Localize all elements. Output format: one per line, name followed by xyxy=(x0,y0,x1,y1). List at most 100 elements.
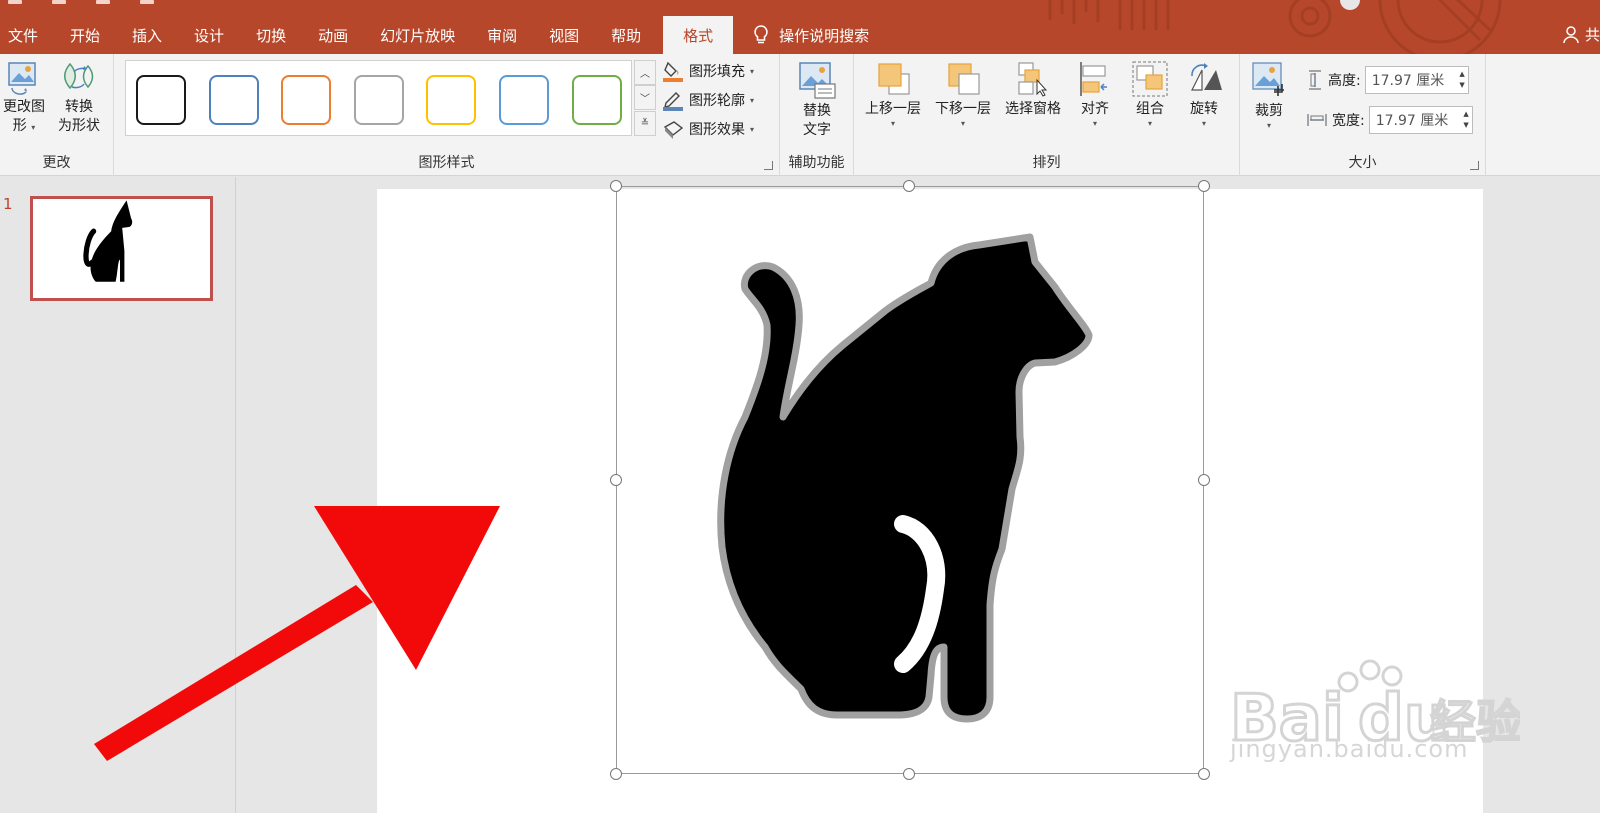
tab-home[interactable]: 开始 xyxy=(54,16,116,54)
gallery-expand[interactable]: ≚ xyxy=(634,111,656,136)
red-arrow-shape[interactable] xyxy=(88,500,508,770)
slide-thumbnail[interactable] xyxy=(30,196,213,301)
tell-me-search[interactable]: 操作说明搜索 xyxy=(739,16,869,54)
cat-thumbnail-icon xyxy=(83,200,133,282)
group-label: 组合 xyxy=(1136,101,1164,117)
group-label-accessibility: 辅助功能 xyxy=(788,155,845,171)
resize-handle-top-left[interactable] xyxy=(610,180,622,192)
shape-styles-launcher[interactable] xyxy=(764,161,773,170)
tab-insert[interactable]: 插入 xyxy=(116,16,178,54)
lightbulb-icon xyxy=(754,25,768,44)
person-icon xyxy=(1563,25,1579,43)
rotate-button[interactable]: 旋转 ▾ xyxy=(1176,60,1232,129)
undo-icon[interactable] xyxy=(52,0,66,4)
width-value: 17.97 厘米 xyxy=(1375,113,1449,129)
group-button[interactable]: 组合 ▾ xyxy=(1122,60,1178,129)
redo-icon[interactable] xyxy=(96,0,110,4)
group-label-arrange: 排列 xyxy=(1032,155,1061,171)
alt-text-label-1: 替换 xyxy=(803,103,831,119)
tab-slideshow[interactable]: 幻灯片放映 xyxy=(364,16,471,54)
tab-bar: 文件 开始 插入 设计 切换 动画 幻灯片放映 审阅 视图 帮助 格式 操作说明… xyxy=(0,0,1600,54)
shape-fill-button[interactable]: 图形填充 ▾ xyxy=(662,58,754,84)
send-backward-icon xyxy=(948,63,980,95)
convert-to-shape-button[interactable]: 转换 为形状 xyxy=(50,60,108,136)
resize-handle-top-center[interactable] xyxy=(903,180,915,192)
style-swatch-orange[interactable] xyxy=(281,75,331,125)
paint-bucket-icon xyxy=(663,61,683,82)
tab-transitions[interactable]: 切换 xyxy=(240,16,302,54)
resize-handle-bottom-center[interactable] xyxy=(903,768,915,780)
share-button[interactable]: 共 xyxy=(1563,24,1600,45)
group-change: 更改图 形 ▾ 转换 为形状 更改 xyxy=(0,54,114,176)
send-backward-button[interactable]: 下移一层 ▾ xyxy=(930,60,996,129)
size-launcher[interactable] xyxy=(1470,161,1479,170)
gallery-scroll-down[interactable]: ﹀ xyxy=(634,85,656,110)
change-shape-icon xyxy=(8,62,36,95)
alt-text-icon xyxy=(799,62,836,99)
group-label-change: 更改 xyxy=(42,155,71,171)
selected-graphic-frame[interactable] xyxy=(616,186,1204,774)
align-label: 对齐 xyxy=(1081,101,1109,117)
change-shape-label-2: 形 ▾ xyxy=(12,118,36,134)
crop-label: 裁剪 xyxy=(1255,103,1283,119)
convert-shape-icon xyxy=(64,62,94,90)
convert-label-2: 为形状 xyxy=(58,118,100,134)
group-icon xyxy=(1132,61,1168,97)
group-size: 裁剪 ▾ 高度: 17.97 厘米 ▲ ▼ 宽度: 17.97 厘米 ▲ ▼ 大… xyxy=(1240,54,1486,176)
style-swatch-black[interactable] xyxy=(136,75,186,125)
height-input[interactable]: 17.97 厘米 ▲ ▼ xyxy=(1364,66,1469,94)
tab-review[interactable]: 审阅 xyxy=(471,16,533,54)
resize-handle-bottom-left[interactable] xyxy=(610,768,622,780)
tab-file[interactable]: 文件 xyxy=(0,16,54,54)
tell-me-label: 操作说明搜索 xyxy=(779,26,870,45)
crop-icon xyxy=(1252,62,1284,96)
height-label: 高度: xyxy=(1328,73,1361,89)
style-swatch-green[interactable] xyxy=(572,75,622,125)
shape-effects-button[interactable]: 图形效果 ▾ xyxy=(662,116,754,142)
change-shape-button[interactable]: 更改图 形 ▾ xyxy=(0,60,48,136)
tab-design[interactable]: 设计 xyxy=(178,16,240,54)
group-arrange: 上移一层 ▾ 下移一层 ▾ 选择窗格 对齐 ▾ 组合 ▾ 旋转 ▾ 排列 xyxy=(854,54,1240,176)
effects-icon xyxy=(663,121,684,139)
tab-format[interactable]: 格式 xyxy=(663,16,734,54)
slide-number: 1 xyxy=(3,195,13,213)
ribbon: 更改图 形 ▾ 转换 为形状 更改 ︿ ﹀ ≚ 图形填充 ▾ 图形轮廓 ▾ 图形… xyxy=(0,54,1600,176)
height-row: 高度: 17.97 厘米 ▲ ▼ xyxy=(1306,66,1469,94)
bring-forward-button[interactable]: 上移一层 ▾ xyxy=(860,60,926,129)
width-spinner[interactable]: ▲ ▼ xyxy=(1463,109,1468,131)
present-icon[interactable] xyxy=(140,0,154,4)
cat-icon[interactable] xyxy=(717,227,1117,767)
resize-handle-top-right[interactable] xyxy=(1198,180,1210,192)
group-label-shape-styles: 图形样式 xyxy=(418,155,475,171)
gallery-scroll-up[interactable]: ︿ xyxy=(634,60,656,85)
shape-fill-label: 图形填充 xyxy=(689,64,745,80)
tab-animations[interactable]: 动画 xyxy=(302,16,364,54)
style-swatch-gold[interactable] xyxy=(426,75,476,125)
alt-text-button[interactable]: 替换 文字 xyxy=(780,60,854,140)
resize-handle-bottom-right[interactable] xyxy=(1198,768,1210,780)
selection-pane-button[interactable]: 选择窗格 xyxy=(1000,60,1066,119)
watermark-url: jingyan.baidu.com xyxy=(1230,735,1469,763)
width-icon xyxy=(1307,114,1327,126)
resize-handle-middle-left[interactable] xyxy=(610,474,622,486)
crop-button[interactable]: 裁剪 ▾ xyxy=(1244,60,1294,131)
height-value: 17.97 厘米 xyxy=(1371,73,1445,89)
height-spinner[interactable]: ▲ ▼ xyxy=(1459,69,1464,91)
group-shape-styles: ︿ ﹀ ≚ 图形填充 ▾ 图形轮廓 ▾ 图形效果 ▾ 图形样式 xyxy=(114,54,780,176)
width-input[interactable]: 17.97 厘米 ▲ ▼ xyxy=(1368,106,1473,134)
style-swatch-blue[interactable] xyxy=(209,75,259,125)
width-row: 宽度: 17.97 厘米 ▲ ▼ xyxy=(1306,106,1473,134)
resize-handle-middle-right[interactable] xyxy=(1198,474,1210,486)
pen-outline-icon xyxy=(663,92,683,111)
tab-help[interactable]: 帮助 xyxy=(595,16,657,54)
height-icon xyxy=(1309,70,1321,90)
tab-view[interactable]: 视图 xyxy=(533,16,595,54)
shape-outline-button[interactable]: 图形轮廓 ▾ xyxy=(662,87,754,113)
align-icon xyxy=(1080,62,1107,96)
group-accessibility: 替换 文字 辅助功能 xyxy=(780,54,854,176)
selection-pane-label: 选择窗格 xyxy=(1005,101,1061,117)
style-swatch-lightblue[interactable] xyxy=(499,75,549,125)
save-icon[interactable] xyxy=(8,0,22,4)
style-swatch-gray[interactable] xyxy=(354,75,404,125)
align-button[interactable]: 对齐 ▾ xyxy=(1070,60,1120,129)
